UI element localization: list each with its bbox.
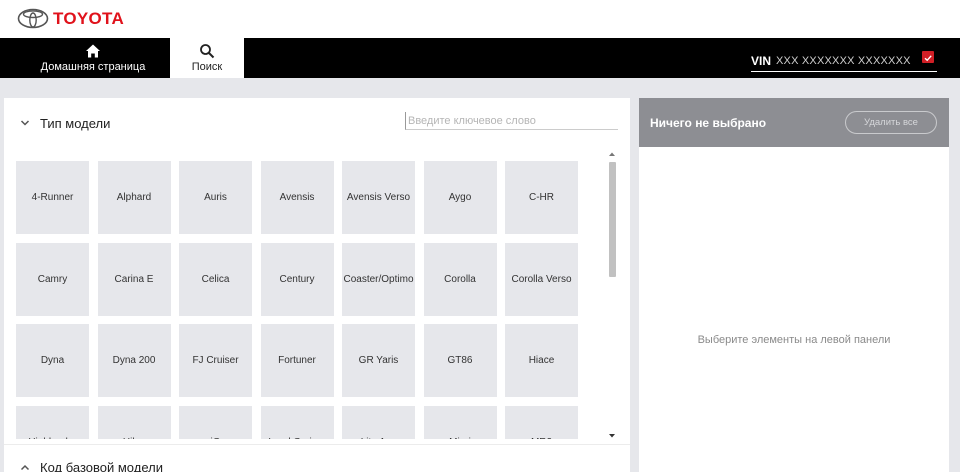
keyword-search-input[interactable]: [405, 112, 618, 130]
selection-empty-message: Выберите элементы на левой панели: [697, 334, 891, 346]
selection-title: Ничего не выбрано: [650, 115, 767, 130]
model-tile[interactable]: Hiace: [505, 324, 578, 397]
model-tile[interactable]: Coaster/Optimo: [342, 242, 415, 316]
scrollbar-thumb[interactable]: [609, 162, 616, 277]
vin-value: XXX XXXXXXX XXXXXXX: [776, 54, 911, 67]
brand-name: TOYOTA: [53, 8, 125, 28]
model-tile[interactable]: Auris: [179, 161, 252, 234]
model-tile[interactable]: Aygo: [423, 161, 497, 234]
model-tile[interactable]: Carina E: [97, 242, 171, 316]
model-tile[interactable]: GT86: [423, 324, 497, 397]
scroll-down-icon[interactable]: [608, 432, 616, 440]
model-type-title: Тип модели: [40, 115, 111, 131]
model-tile[interactable]: Avensis Verso: [342, 161, 415, 234]
base-model-code-header[interactable]: Код базовой модели: [4, 444, 630, 472]
top-bar: TOYOTA: [0, 0, 960, 38]
home-icon: [86, 44, 100, 58]
search-icon: [200, 44, 215, 59]
model-tile[interactable]: 4-Runner: [16, 161, 89, 234]
chevron-down-icon: [20, 120, 30, 126]
model-tile[interactable]: Camry: [16, 242, 89, 316]
vin-submit-button[interactable]: [922, 51, 934, 63]
model-tile[interactable]: Fortuner: [260, 324, 334, 397]
model-tile[interactable]: Land Cruiser: [260, 405, 334, 439]
model-tile[interactable]: Highlander: [16, 405, 89, 439]
base-model-code-title: Код базовой модели: [40, 460, 163, 472]
selection-panel: Ничего не выбрано Удалить все Выберите э…: [639, 98, 949, 472]
main-nav: Домашняя страница Поиск VIN XXX XXXXXXX …: [0, 38, 960, 78]
clear-all-button[interactable]: Удалить все: [845, 111, 937, 134]
model-tile[interactable]: C-HR: [505, 161, 578, 234]
model-tile[interactable]: Dyna 200: [97, 324, 171, 397]
model-tile[interactable]: FJ Cruiser: [179, 324, 252, 397]
model-tile[interactable]: Corolla Verso: [505, 242, 578, 316]
scroll-up-icon[interactable]: [608, 150, 616, 158]
nav-home[interactable]: Домашняя страница: [28, 38, 158, 78]
model-tile[interactable]: GR Yaris: [342, 324, 415, 397]
model-tile[interactable]: Corolla: [423, 242, 497, 316]
model-tile[interactable]: Alphard: [97, 161, 171, 234]
model-tile[interactable]: Avensis: [260, 161, 334, 234]
model-tile[interactable]: Lite Ace: [342, 405, 415, 439]
model-tile[interactable]: iQ: [179, 405, 252, 439]
model-tile[interactable]: Century: [260, 242, 334, 316]
nav-search[interactable]: Поиск: [170, 38, 244, 78]
model-grid: 4-Runner Alphard Auris Avensis Avensis Verso…: [16, 161, 604, 439]
model-tile[interactable]: Celica: [179, 242, 252, 316]
model-tile[interactable]: Dyna: [16, 324, 89, 397]
vin-field[interactable]: VIN XXX XXXXXXX XXXXXXX: [751, 50, 937, 72]
model-tile[interactable]: MR2: [505, 405, 578, 439]
toyota-logo[interactable]: TOYOTA: [17, 8, 124, 29]
model-grid-scrollbar[interactable]: [607, 150, 617, 440]
vin-label: VIN: [751, 53, 772, 68]
selection-header: Ничего не выбрано Удалить все: [639, 98, 949, 147]
filter-panel: Тип модели 4-RunnerAlphardAurisAvensisAv…: [4, 98, 630, 472]
model-tile[interactable]: Mirai: [423, 405, 497, 439]
nav-home-label: Домашняя страница: [40, 61, 146, 73]
model-tile[interactable]: Hilux: [97, 405, 171, 439]
toyota-emblem-icon: [17, 8, 49, 29]
nav-search-label: Поиск: [191, 61, 223, 73]
check-icon: [924, 55, 932, 62]
chevron-up-icon: [20, 464, 30, 470]
